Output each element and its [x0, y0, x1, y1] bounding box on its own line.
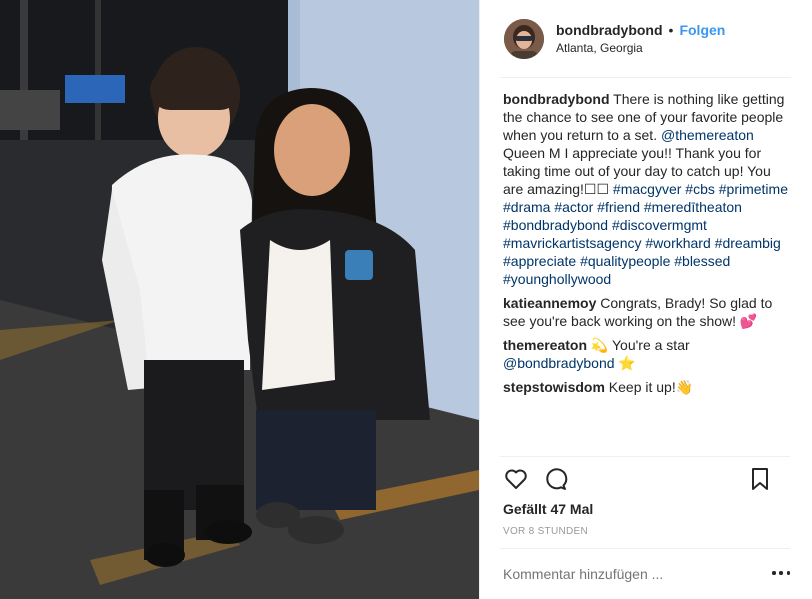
hashtag-link[interactable]: #macgyver [613, 181, 681, 197]
hashtag-link[interactable]: #primetime [719, 181, 788, 197]
caption-username[interactable]: bondbradybond [503, 91, 610, 107]
hashtag-link[interactable]: #drama [503, 199, 550, 215]
caption: bondbradybond There is nothing like gett… [503, 90, 793, 288]
avatar-image [504, 19, 544, 59]
comments-list: bondbradybond There is nothing like gett… [503, 90, 793, 402]
hashtag-link[interactable]: #mavrickartistsagency [503, 235, 642, 251]
location-link[interactable]: Atlanta, Georgia [556, 39, 725, 57]
comment-emoji: 👋 [675, 379, 694, 395]
caption-mention[interactable]: @themereaton [661, 127, 754, 143]
actions-divider [500, 456, 790, 457]
more-dot [772, 571, 776, 575]
hashtag-link[interactable]: #blessed [674, 253, 730, 269]
hashtag-link[interactable]: #qualitypeople [580, 253, 670, 269]
hashtag-link[interactable]: #discovermgmt [612, 217, 707, 233]
comment-item: katieannemoy Congrats, Brady! So glad to… [503, 294, 793, 330]
more-options-icon[interactable] [772, 566, 790, 580]
header-row: bondbradybond • Folgen [556, 21, 725, 39]
comment-username[interactable]: themereaton [503, 337, 587, 353]
follow-button[interactable]: Folgen [679, 21, 725, 39]
header-separator: • [668, 22, 674, 38]
hashtag-link[interactable]: #younghollywood [503, 271, 611, 287]
post-header: bondbradybond • Folgen Atlanta, Georgia [480, 0, 812, 78]
hashtag-link[interactable]: #workhard [645, 235, 710, 251]
action-bar [503, 466, 771, 494]
comment-item: themereaton 💫 You're a star @bondbradybo… [503, 336, 793, 372]
comment-username[interactable]: katieannemoy [503, 295, 596, 311]
comment-tail: ⭐ [614, 355, 636, 371]
post-timestamp[interactable]: VOR 8 STUNDEN [503, 526, 588, 537]
comment-mention[interactable]: @bondbradybond [503, 355, 615, 371]
comment-emoji: 💕 [739, 313, 758, 329]
instagram-post: bondbradybond • Folgen Atlanta, Georgia … [0, 0, 812, 599]
bookmark-icon[interactable] [747, 466, 773, 492]
hashtag-link[interactable]: #actor [554, 199, 593, 215]
hashtag-link[interactable]: #appreciate [503, 253, 576, 269]
hashtag-link[interactable]: #dreambig [715, 235, 781, 251]
post-photo[interactable] [0, 0, 479, 599]
header-username[interactable]: bondbradybond [556, 21, 663, 39]
add-comment-input[interactable] [503, 566, 753, 582]
comment-text: Keep it up! [604, 379, 676, 395]
comment-text: 💫 You're a star [587, 337, 690, 353]
post-sidebar: bondbradybond • Folgen Atlanta, Georgia … [479, 0, 812, 599]
comment-icon[interactable] [543, 466, 569, 492]
comment-divider [500, 548, 790, 549]
header-text: bondbradybond • Folgen Atlanta, Georgia [556, 21, 725, 57]
heart-icon[interactable] [503, 466, 529, 492]
hashtag-link[interactable]: #meredītheaton [644, 199, 742, 215]
more-dot [786, 571, 790, 575]
hashtag-link[interactable]: #friend [597, 199, 640, 215]
hashtag-link[interactable]: #bondbradybond [503, 217, 608, 233]
avatar[interactable] [504, 19, 544, 59]
comment-username[interactable]: stepstowisdom [503, 379, 605, 395]
more-dot [779, 571, 783, 575]
hashtag-link[interactable]: #cbs [685, 181, 715, 197]
comment-item: stepstowisdom Keep it up!👋 [503, 378, 793, 396]
photo-illustration [0, 0, 479, 599]
likes-count[interactable]: Gefällt 47 Mal [503, 501, 593, 517]
